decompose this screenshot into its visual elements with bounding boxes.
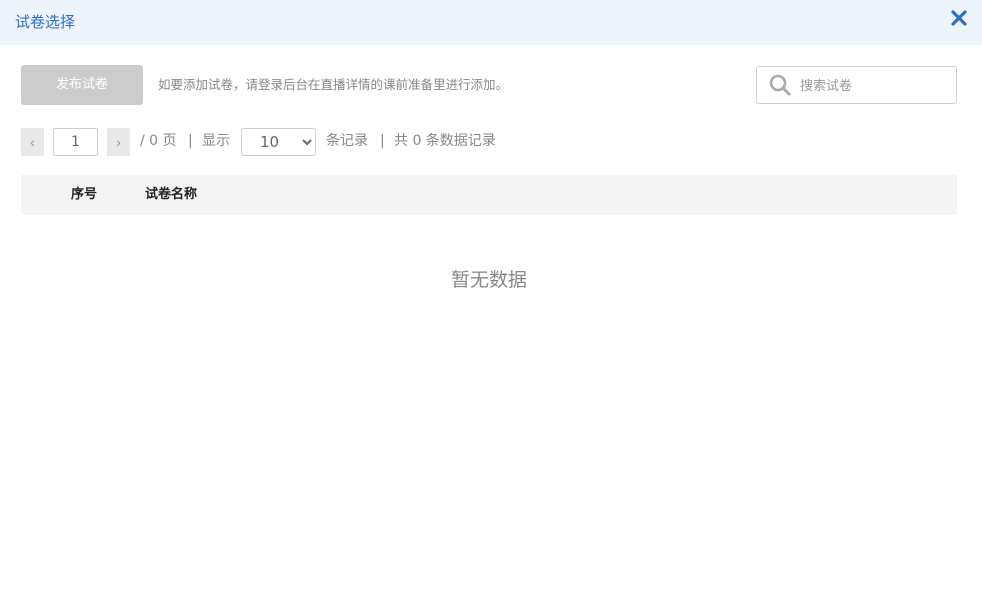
page-size-select[interactable]: 10	[241, 128, 316, 156]
table-header: 序号 试卷名称	[21, 175, 957, 215]
total-pages-text: / 0 页	[140, 133, 177, 149]
empty-state-text: 暂无数据	[450, 269, 527, 291]
records-label: 条记录	[326, 133, 368, 149]
total-records-text: 共 0 条数据记录	[394, 133, 496, 149]
search-input[interactable]	[800, 75, 950, 97]
dialog-header: 试卷选择	[0, 0, 982, 45]
publish-exam-button[interactable]: 发布试卷	[21, 65, 143, 105]
column-header-index: 序号	[71, 187, 98, 202]
pager-separator: |	[380, 133, 385, 149]
pager-separator: |	[188, 133, 193, 149]
search-box[interactable]	[756, 66, 957, 104]
show-label: 显示	[202, 133, 230, 149]
add-exam-hint: 如要添加试卷，请登录后台在直播详情的课前准备里进行添加。	[158, 77, 509, 92]
close-icon[interactable]	[950, 9, 968, 27]
page-number-input[interactable]	[53, 128, 98, 156]
search-icon	[768, 73, 792, 97]
next-page-button[interactable]: ›	[107, 128, 130, 156]
prev-page-button[interactable]: ‹	[21, 128, 44, 156]
column-header-exam-name: 试卷名称	[145, 187, 198, 202]
dialog-title: 试卷选择	[15, 13, 76, 31]
